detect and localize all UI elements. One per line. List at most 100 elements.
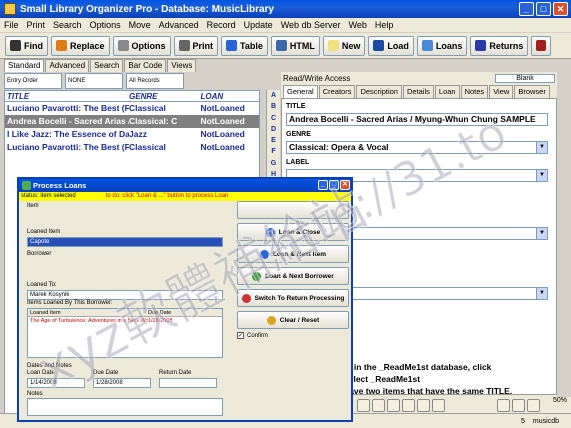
tab-browser[interactable]: Browser <box>514 85 550 98</box>
chevron-down-icon[interactable]: ▼ <box>536 142 547 153</box>
item-select-button[interactable] <box>237 201 349 219</box>
exit-icon <box>536 40 547 51</box>
return-icon <box>241 293 251 303</box>
tab-creators[interactable]: Creators <box>318 85 356 98</box>
col-loan[interactable]: LOAN <box>200 91 259 101</box>
tab-description[interactable]: Description <box>356 85 402 98</box>
tab-loan[interactable]: Loan <box>434 85 460 98</box>
status-hint: to do: click "Loan & ..." button to proc… <box>105 193 229 199</box>
confirm-checkbox[interactable]: ✓ Confirm <box>237 332 268 339</box>
minimize-button[interactable]: _ <box>519 2 534 16</box>
new-button[interactable]: New <box>322 35 366 56</box>
filter-select[interactable]: NONE <box>65 73 123 89</box>
loan-next-borrower-button[interactable]: Loan & Next Borrower <box>237 267 349 285</box>
calendar-icon[interactable] <box>372 398 385 412</box>
loan-close-button[interactable]: Loan & Close <box>237 223 349 241</box>
menu-web-db-server[interactable]: Web db Server <box>281 20 341 30</box>
tab-bar-code[interactable]: Bar Code <box>124 59 167 72</box>
exit-door-icon[interactable] <box>527 398 540 412</box>
alpha-index-a[interactable]: A <box>271 90 276 101</box>
return-date-field[interactable] <box>159 378 217 388</box>
table-row-selected[interactable]: Andrea Bocelli - Sacred Arias / MyuClass… <box>5 115 259 128</box>
col-title[interactable]: TITLE <box>5 91 129 101</box>
options-button[interactable]: Options <box>112 35 171 56</box>
clear-reset-button[interactable]: Clear / Reset <box>237 311 349 329</box>
menu-file[interactable]: File <box>4 20 19 30</box>
tab-view[interactable]: View <box>489 85 514 98</box>
title-field[interactable]: Andrea Bocelli - Sacred Arias / Myung-Wh… <box>286 113 548 126</box>
folder-icon[interactable] <box>357 398 370 412</box>
alpha-index-c[interactable]: C <box>271 113 276 124</box>
records-select[interactable]: All Records <box>126 73 184 89</box>
close-button[interactable]: ✕ <box>553 2 568 16</box>
list-item[interactable]: The Age of Turbulence: Adventures in a N… <box>28 317 222 325</box>
dialog-minimize-button[interactable]: _ <box>318 180 328 190</box>
switch-return-button[interactable]: Switch To Return Processing <box>237 289 349 307</box>
chevron-down-icon[interactable]: ▼ <box>536 228 547 239</box>
nav-next-icon[interactable] <box>512 398 525 412</box>
blank-button[interactable]: Blank <box>495 74 555 83</box>
load-button[interactable]: Load <box>368 35 414 56</box>
image-icon[interactable] <box>432 398 445 412</box>
table-row[interactable]: Luciano Pavarotti: The Best (FarewClassi… <box>5 141 259 154</box>
menu-search[interactable]: Search <box>53 20 82 30</box>
tab-details[interactable]: Details <box>402 85 434 98</box>
tab-search[interactable]: Search <box>90 59 124 72</box>
col-genre[interactable]: GENRE <box>129 91 200 101</box>
table-row[interactable]: I Like Jazz: The Essence of Dave BrJazzN… <box>5 128 259 141</box>
alpha-index-g[interactable]: G <box>271 158 276 169</box>
checkbox-box[interactable]: ✓ <box>237 332 244 339</box>
app-icon <box>4 3 16 15</box>
menu-move[interactable]: Move <box>129 20 151 30</box>
alpha-index-e[interactable]: E <box>271 135 276 146</box>
menu-print[interactable]: Print <box>27 20 46 30</box>
loan-date-field[interactable]: 1/14/2008 <box>27 378 85 388</box>
chevron-down-icon[interactable]: ▼ <box>536 170 547 181</box>
list-header: Loaned Item Due Date <box>28 309 222 317</box>
genre-select[interactable]: Classical: Opera & Vocal ▼ <box>286 141 548 154</box>
edit-icon[interactable] <box>417 398 430 412</box>
alpha-index-b[interactable]: B <box>271 101 276 112</box>
notes-label: Notes <box>27 391 43 397</box>
new-icon <box>327 40 339 51</box>
due-date-field[interactable]: 1/28/2008 <box>93 378 151 388</box>
table-row[interactable]: Luciano Pavarotti: The Best (FarewClassi… <box>5 102 259 115</box>
tab-standard[interactable]: Standard <box>4 59 45 72</box>
html-button[interactable]: HTML <box>270 35 320 56</box>
dates-notes-label: Dates and Notes <box>27 363 72 369</box>
menu-help[interactable]: Help <box>375 20 394 30</box>
menu-advanced[interactable]: Advanced <box>159 20 199 30</box>
returns-button[interactable]: Returns <box>470 35 529 56</box>
menu-options[interactable]: Options <box>90 20 121 30</box>
replace-button[interactable]: Replace <box>51 35 110 56</box>
lightbulb-icon[interactable] <box>387 398 400 412</box>
menu-update[interactable]: Update <box>244 20 273 30</box>
sort-order-select[interactable]: Entry Order <box>4 73 62 89</box>
notes-text: ts in the _ReadMe1st database, click sele… <box>344 361 544 397</box>
chevron-down-icon[interactable]: ▼ <box>536 288 547 299</box>
menu-record[interactable]: Record <box>207 20 236 30</box>
loaned-to-select[interactable]: Marek Kosynik <box>27 290 223 300</box>
dialog-close-button[interactable]: ✕ <box>340 180 350 190</box>
nav-prev-icon[interactable] <box>497 398 510 412</box>
alpha-index-f[interactable]: F <box>271 146 275 157</box>
menu-web[interactable]: Web <box>349 20 367 30</box>
loan-next-item-button[interactable]: Loan & Next Item <box>237 245 349 263</box>
notes-field[interactable] <box>27 398 223 416</box>
tab-notes[interactable]: Notes <box>460 85 489 98</box>
exit-button[interactable] <box>531 35 552 56</box>
dialog-maximize-button[interactable]: □ <box>329 180 339 190</box>
loaned-item-field[interactable]: Capote <box>27 237 223 247</box>
loans-button[interactable]: Loans <box>416 35 468 56</box>
alpha-index-d[interactable]: D <box>271 124 276 135</box>
table-button[interactable]: Table <box>221 35 268 56</box>
find-button[interactable]: Find <box>5 35 48 56</box>
help-icon[interactable] <box>402 398 415 412</box>
tab-views[interactable]: Views <box>167 59 197 72</box>
access-label: Read/Write Access <box>283 74 351 83</box>
maximize-button[interactable]: □ <box>536 2 551 16</box>
tab-advanced[interactable]: Advanced <box>45 59 90 72</box>
loans-icon <box>421 40 433 51</box>
print-button[interactable]: Print <box>173 35 219 56</box>
tab-general[interactable]: General <box>283 85 318 98</box>
